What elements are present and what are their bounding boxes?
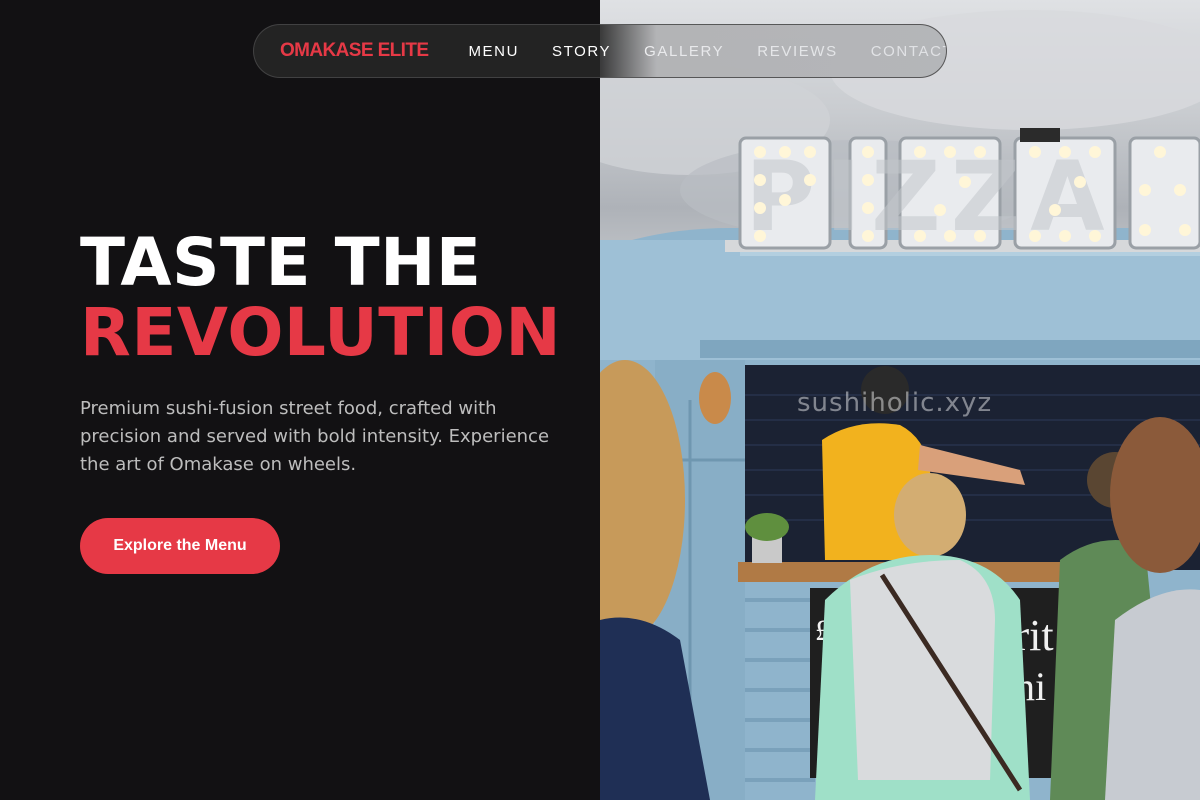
nav-link-gallery[interactable]: GALLERY — [644, 43, 724, 60]
hero-title-line2: REVOLUTION — [80, 294, 562, 371]
top-navbar: OMAKASE ELITE MENU STORY GALLERY REVIEWS… — [253, 24, 947, 78]
brand-logo[interactable]: OMAKASE ELITE — [280, 40, 429, 62]
nav-link-story[interactable]: STORY — [552, 43, 611, 60]
hero-title: TASTE THE REVOLUTION — [80, 228, 561, 368]
hero-title-line1: TASTE THE — [80, 224, 482, 301]
watermark-text: sushiholic.xyz — [797, 388, 993, 418]
nav-link-contact[interactable]: CONTACT — [871, 43, 946, 60]
hero-subtitle: Premium sushi-fusion street food, crafte… — [80, 398, 550, 475]
nav-links: MENU STORY GALLERY REVIEWS CONTACT — [468, 43, 946, 60]
hero-food-truck-photo: erit oni £ PIZZA — [600, 0, 1200, 800]
nav-link-reviews[interactable]: REVIEWS — [757, 43, 837, 60]
nav-link-menu[interactable]: MENU — [468, 43, 519, 60]
explore-menu-button[interactable]: Explore the Menu — [80, 518, 280, 574]
